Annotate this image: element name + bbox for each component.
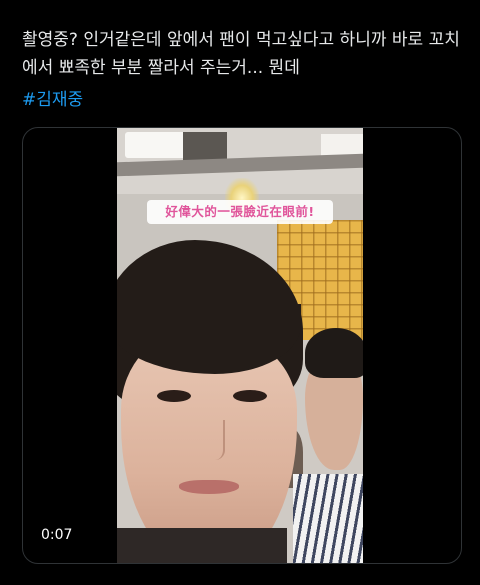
video-player[interactable]: 好偉大的一張臉近在眼前! 0:07	[22, 127, 462, 564]
hashtag-link[interactable]: #김재중	[22, 86, 83, 114]
video-frame[interactable]: 好偉大的一張臉近在眼前!	[117, 128, 363, 563]
video-subject-shirt	[117, 528, 287, 563]
video-ceiling-fixture	[183, 132, 227, 162]
tweet-text: 촬영중? 인거같은데 앞에서 팬이 먹고싶다고 하니까 바로 꼬치에서 뾰족한 …	[22, 30, 460, 78]
video-caption-sticker: 好偉大的一張臉近在眼前!	[147, 200, 333, 224]
bottom-divider	[0, 577, 480, 585]
video-subject-eye	[157, 390, 191, 402]
video-bystander-hair	[305, 328, 363, 378]
video-bystander-shirt	[293, 474, 363, 563]
video-subject-mouth	[179, 480, 239, 494]
video-subject-eye	[233, 390, 267, 402]
video-timestamp: 0:07	[35, 524, 79, 546]
video-subject-nose	[201, 420, 225, 460]
